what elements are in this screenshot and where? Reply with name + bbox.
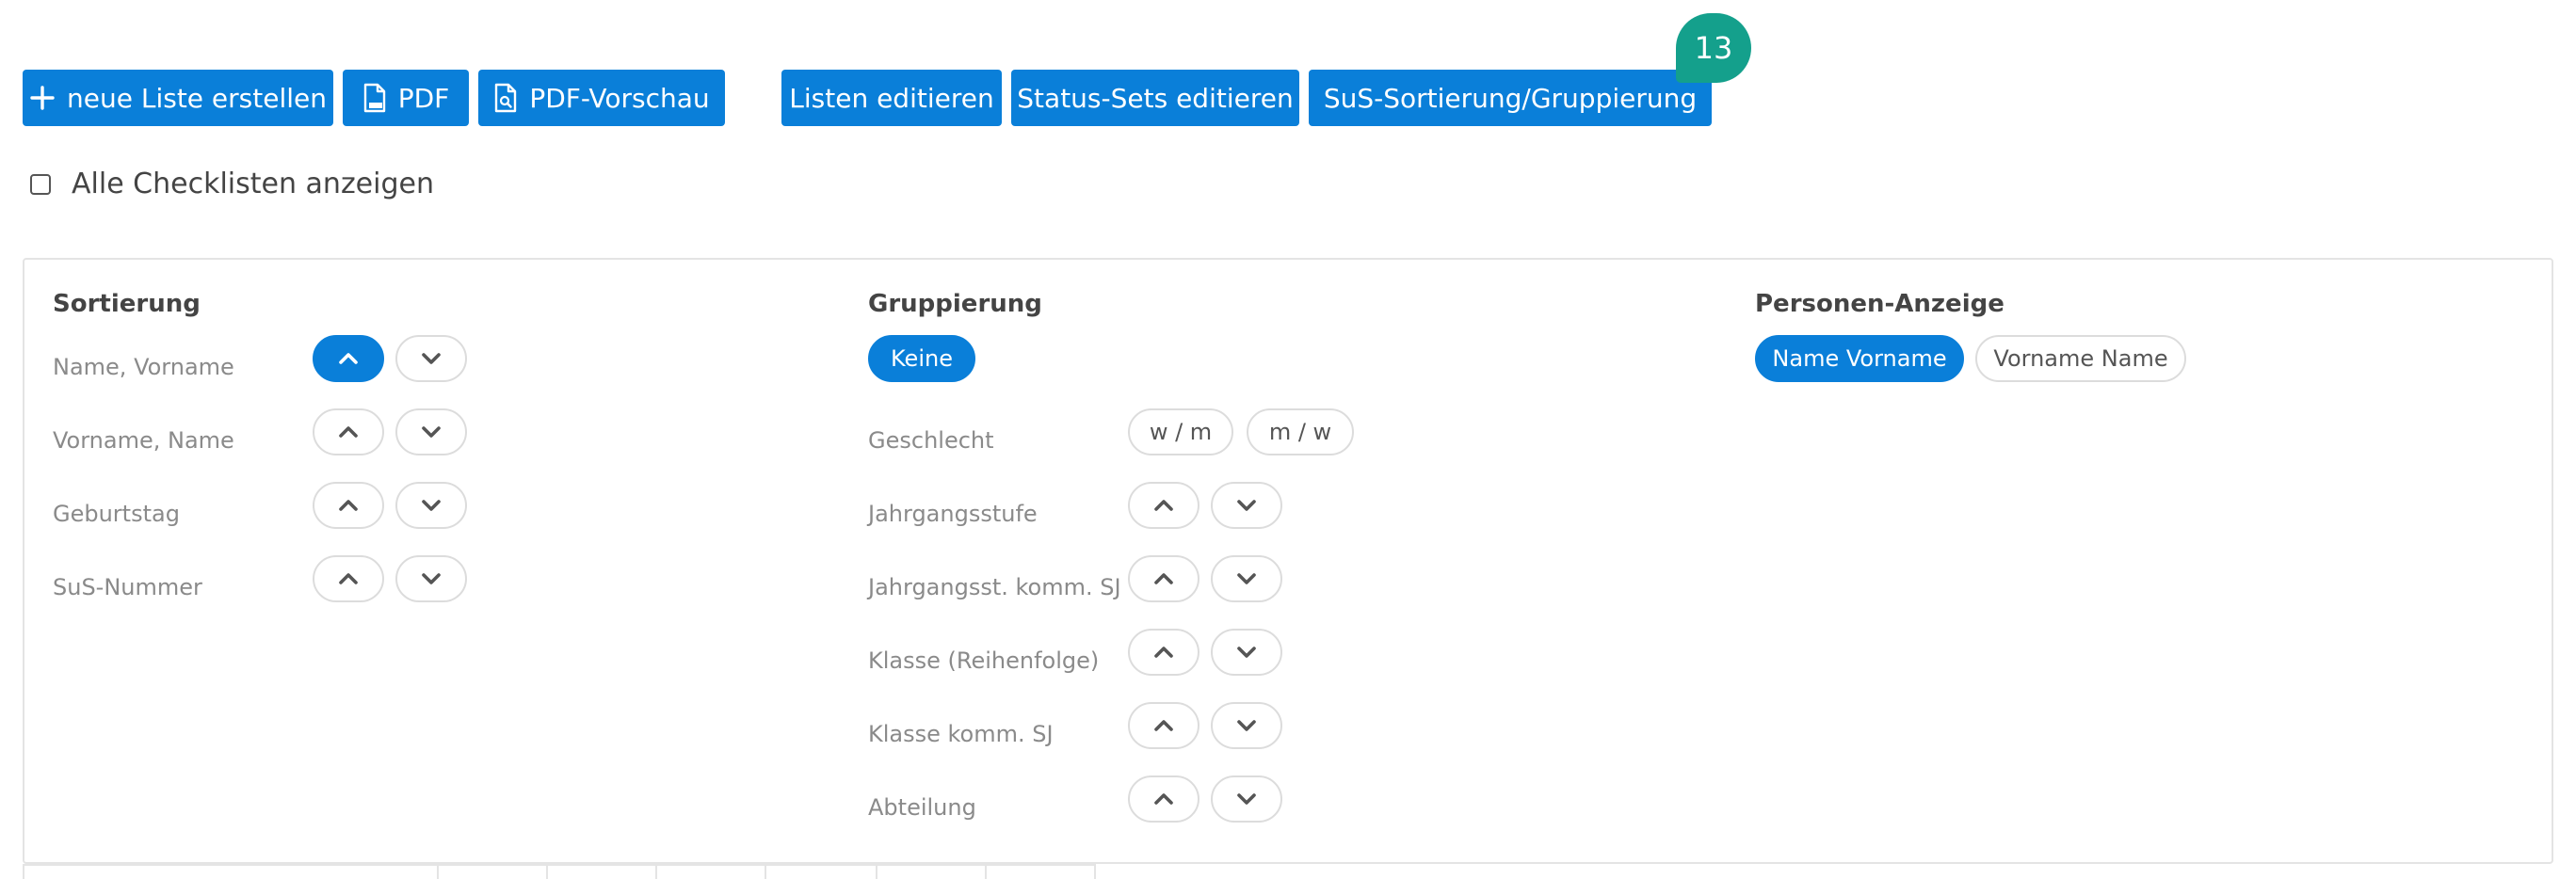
edit-lists-label: Listen editieren <box>789 82 994 114</box>
group-none-button[interactable]: Keine <box>868 335 975 382</box>
sorting-grouping-panel: Sortierung Name, Vorname Vorname, Name G… <box>23 258 2553 864</box>
sort-row-label: SuS-Nummer <box>53 574 202 600</box>
display-first-name-button[interactable]: Vorname Name <box>1975 335 2186 382</box>
edit-lists-button[interactable]: Listen editieren <box>781 70 1002 126</box>
table-column-divider <box>765 866 766 879</box>
chevron-down-icon <box>422 500 441 511</box>
pdf-button[interactable]: PDF <box>343 70 469 126</box>
table-top-border <box>23 864 1096 866</box>
group-row-label: Jahrgangsstufe <box>868 501 1038 527</box>
edit-status-sets-label: Status-Sets editieren <box>1017 82 1294 114</box>
chevron-down-icon <box>422 353 441 364</box>
table-column-divider <box>23 866 24 879</box>
group-desc-button[interactable] <box>1211 775 1282 823</box>
pdf-file-icon <box>363 83 385 113</box>
grouping-title: Gruppierung <box>868 290 1042 318</box>
group-desc-button[interactable] <box>1211 482 1282 529</box>
group-row-label: Jahrgangsst. komm. SJ <box>868 574 1121 600</box>
person-display-title: Personen-Anzeige <box>1755 290 2004 318</box>
sort-desc-button[interactable] <box>395 482 467 529</box>
table-column-divider <box>437 866 439 879</box>
pdf-preview-label: PDF-Vorschau <box>529 82 710 114</box>
group-row-label: Klasse komm. SJ <box>868 721 1054 747</box>
group-desc-button[interactable] <box>1211 702 1282 749</box>
sort-asc-button[interactable] <box>313 482 384 529</box>
chevron-up-icon <box>339 426 358 438</box>
pdf-label: PDF <box>397 82 450 114</box>
chevron-down-icon <box>1237 720 1256 731</box>
show-all-checkbox[interactable] <box>30 173 51 195</box>
new-list-button[interactable]: neue Liste erstellen <box>23 70 333 126</box>
sort-desc-button[interactable] <box>395 555 467 602</box>
sort-row-label: Name, Vorname <box>53 354 234 380</box>
chevron-down-icon <box>1237 500 1256 511</box>
chevron-down-icon <box>422 573 441 584</box>
edit-status-sets-button[interactable]: Status-Sets editieren <box>1011 70 1299 126</box>
chevron-up-icon <box>339 500 358 511</box>
chevron-up-icon <box>1154 720 1173 731</box>
sort-asc-button[interactable] <box>313 555 384 602</box>
chevron-down-icon <box>422 426 441 438</box>
group-desc-button[interactable] <box>1211 629 1282 676</box>
chevron-down-icon <box>1237 573 1256 584</box>
sort-desc-button[interactable] <box>395 408 467 455</box>
new-list-label: neue Liste erstellen <box>67 82 327 114</box>
group-asc-button[interactable] <box>1128 629 1199 676</box>
chevron-up-icon <box>1154 793 1173 805</box>
toolbar: neue Liste erstellen PDF PDF-Vorschau Li… <box>23 70 2565 126</box>
group-asc-button[interactable] <box>1128 482 1199 529</box>
chevron-up-icon <box>1154 573 1173 584</box>
table-column-divider <box>985 866 987 879</box>
chevron-up-icon <box>1154 500 1173 511</box>
pdf-preview-button[interactable]: PDF-Vorschau <box>478 70 725 126</box>
sort-asc-button[interactable] <box>313 335 384 382</box>
sort-row-label: Vorname, Name <box>53 427 234 454</box>
group-asc-button[interactable] <box>1128 775 1199 823</box>
group-asc-button[interactable] <box>1128 555 1199 602</box>
gender-label: Geschlecht <box>868 427 994 454</box>
chevron-down-icon <box>1237 647 1256 658</box>
file-search-icon <box>495 83 517 113</box>
sorting-grouping-label: SuS-Sortierung/Gruppierung <box>1323 82 1698 114</box>
group-desc-button[interactable] <box>1211 555 1282 602</box>
plus-icon <box>30 86 55 110</box>
gender-wm-button[interactable]: w / m <box>1128 408 1233 455</box>
table-column-divider <box>655 866 657 879</box>
sorting-grouping-button[interactable]: SuS-Sortierung/Gruppierung <box>1309 70 1712 126</box>
sort-desc-button[interactable] <box>395 335 467 382</box>
notification-badge: 13 <box>1676 13 1751 83</box>
table-column-divider <box>876 866 877 879</box>
chevron-down-icon <box>1237 793 1256 805</box>
gender-mw-button[interactable]: m / w <box>1247 408 1354 455</box>
table-column-divider <box>546 866 548 879</box>
chevron-up-icon <box>1154 647 1173 658</box>
sort-asc-button[interactable] <box>313 408 384 455</box>
display-name-first-button[interactable]: Name Vorname <box>1755 335 1964 382</box>
chevron-up-icon <box>339 353 358 364</box>
show-all-label[interactable]: Alle Checklisten anzeigen <box>72 168 434 200</box>
sort-row-label: Geburtstag <box>53 501 180 527</box>
group-row-label: Klasse (Reihenfolge) <box>868 647 1100 674</box>
group-row-label: Abteilung <box>868 794 976 821</box>
group-asc-button[interactable] <box>1128 702 1199 749</box>
show-all-row: Alle Checklisten anzeigen <box>30 168 434 200</box>
chevron-up-icon <box>339 573 358 584</box>
sorting-title: Sortierung <box>53 290 201 318</box>
table-column-divider <box>1094 866 1096 879</box>
